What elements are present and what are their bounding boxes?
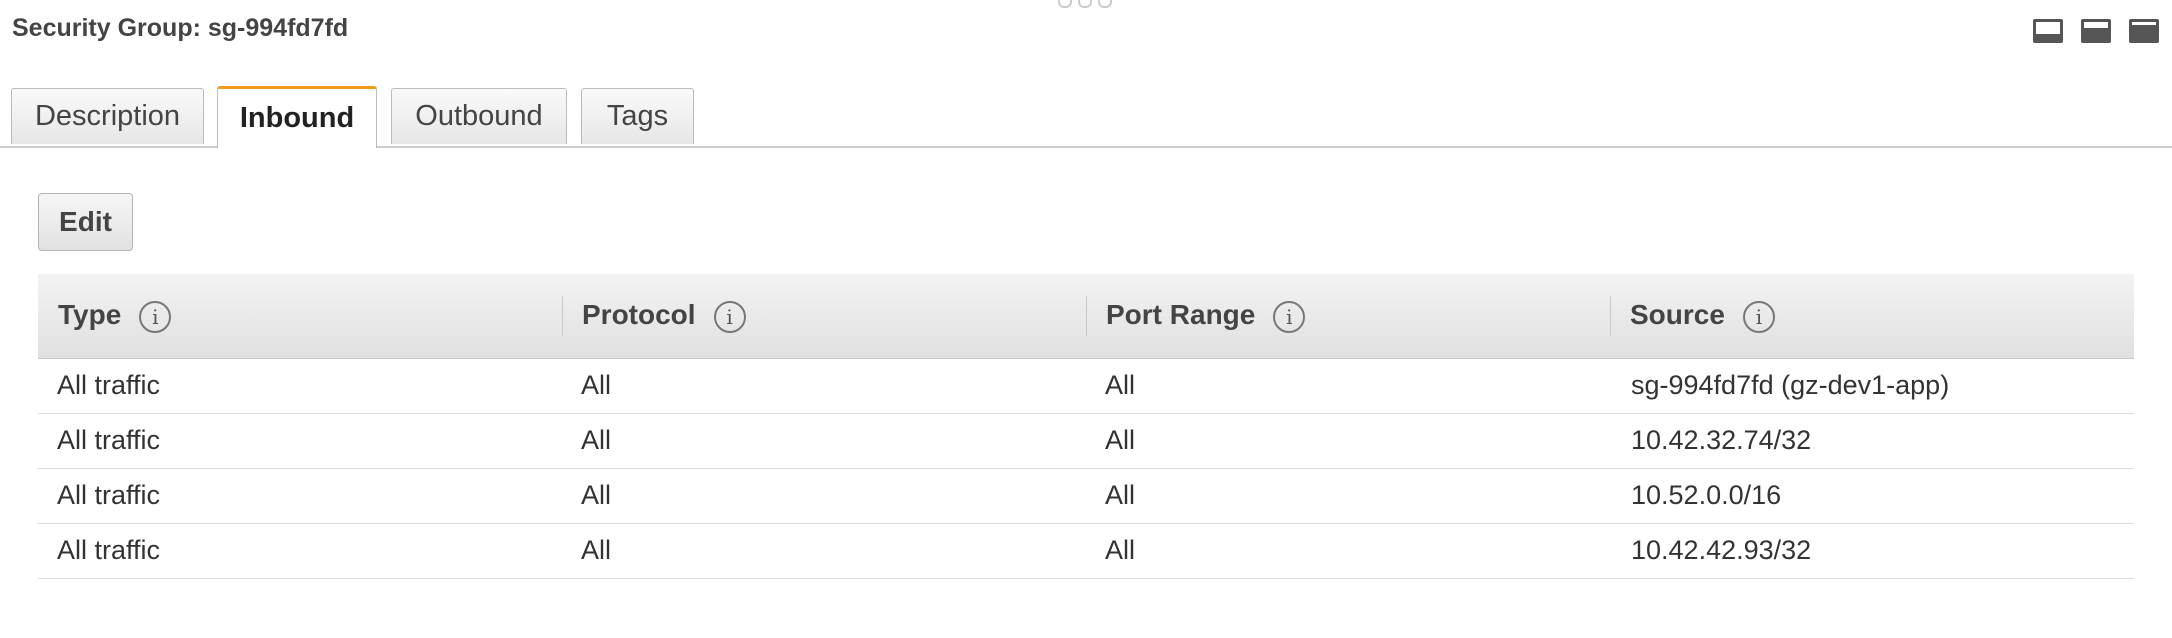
cell-source: 10.52.0.0/16	[1610, 468, 2134, 524]
cell-type: All traffic	[38, 468, 562, 524]
table-row[interactable]: All traffic All All sg-994fd7fd (gz-dev1…	[38, 358, 2134, 414]
tab-bar: Description Inbound Outbound Tags	[0, 86, 2172, 148]
info-icon[interactable]: i	[713, 300, 746, 333]
info-icon[interactable]: i	[139, 300, 172, 333]
maximize-panel-icon[interactable]	[2129, 19, 2159, 43]
cell-port-range: All	[1086, 468, 1610, 524]
grip-dot	[1078, 0, 1092, 8]
info-icon[interactable]: i	[1273, 300, 1306, 333]
table-row[interactable]: All traffic All All 10.52.0.0/16	[38, 468, 2134, 524]
cell-protocol: All	[562, 358, 1086, 414]
cell-port-range: All	[1086, 523, 1610, 579]
column-header-label: Protocol	[582, 298, 696, 330]
table-row[interactable]: All traffic All All 10.42.42.93/32	[38, 523, 2134, 579]
column-header-type[interactable]: Type i	[38, 274, 562, 359]
tab-outbound[interactable]: Outbound	[391, 88, 567, 144]
cell-type: All traffic	[38, 413, 562, 469]
cell-type: All traffic	[38, 358, 562, 414]
grip-dot	[1058, 0, 1072, 8]
grip-dot	[1098, 0, 1112, 8]
info-icon[interactable]: i	[1742, 300, 1775, 333]
cell-port-range: All	[1086, 413, 1610, 469]
tab-inbound[interactable]: Inbound	[217, 86, 377, 148]
cell-source: sg-994fd7fd (gz-dev1-app)	[1610, 358, 2134, 414]
column-header-label: Source	[1630, 298, 1725, 330]
column-header-label: Type	[58, 298, 122, 330]
column-header-port-range[interactable]: Port Range i	[1086, 274, 1610, 359]
tab-tags[interactable]: Tags	[581, 88, 694, 144]
panel-layout-controls	[2033, 19, 2159, 43]
cell-protocol: All	[562, 468, 1086, 524]
column-header-protocol[interactable]: Protocol i	[562, 274, 1086, 359]
dock-bottom-icon[interactable]	[2033, 19, 2063, 43]
edit-button[interactable]: Edit	[38, 193, 133, 251]
column-header-label: Port Range	[1106, 298, 1256, 330]
cell-port-range: All	[1086, 358, 1610, 414]
tab-description[interactable]: Description	[11, 88, 204, 144]
table-header-row: Type i Protocol i Port Range i Source i	[38, 274, 2134, 359]
cell-source: 10.42.32.74/32	[1610, 413, 2134, 469]
cell-source: 10.42.42.93/32	[1610, 523, 2134, 579]
cell-type: All traffic	[38, 523, 562, 579]
cell-protocol: All	[562, 413, 1086, 469]
inbound-rules-table: Type i Protocol i Port Range i Source i All …	[38, 274, 2134, 579]
panel-resize-handle[interactable]	[1058, 0, 1112, 8]
cell-protocol: All	[562, 523, 1086, 579]
table-row[interactable]: All traffic All All 10.42.32.74/32	[38, 413, 2134, 469]
split-half-icon[interactable]	[2081, 19, 2111, 43]
column-header-source[interactable]: Source i	[1610, 274, 2134, 359]
page-title: Security Group: sg-994fd7fd	[12, 14, 349, 42]
